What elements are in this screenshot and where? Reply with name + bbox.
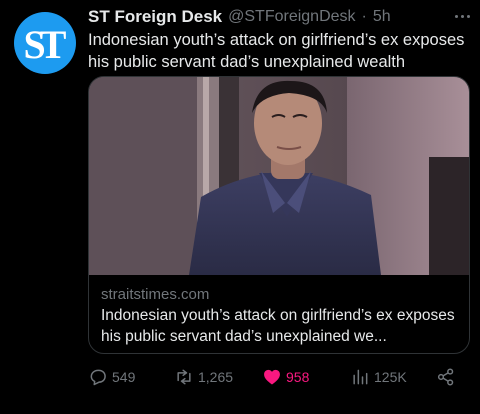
reply-button[interactable]: 549 <box>88 364 135 390</box>
views-button[interactable]: 125K <box>350 364 407 390</box>
card-title: Indonesian youth’s attack on girlfriend’… <box>101 307 455 345</box>
avatar[interactable]: ST <box>14 12 76 74</box>
avatar-logo-text: ST <box>23 21 67 67</box>
share-button[interactable] <box>436 364 456 390</box>
tweet[interactable]: ST ST Foreign Desk @STForeignDesk · 5h I… <box>0 0 480 414</box>
display-name[interactable]: ST Foreign Desk <box>88 7 222 27</box>
retweet-icon <box>177 369 191 385</box>
share-icon <box>437 368 454 386</box>
action-bar: 549 1,265 958 125K <box>88 364 468 390</box>
reply-count: 549 <box>112 369 136 385</box>
retweet-button[interactable]: 1,265 <box>174 364 233 390</box>
card-image[interactable] <box>89 77 469 275</box>
tweet-header: ST Foreign Desk @STForeignDesk · 5h <box>88 6 391 28</box>
separator-dot: · <box>361 8 367 25</box>
like-count: 958 <box>286 369 310 385</box>
card-info[interactable]: straitstimes.com Indonesian youth’s atta… <box>89 275 469 353</box>
link-card[interactable]: straitstimes.com Indonesian youth’s atta… <box>88 76 470 354</box>
card-domain: straitstimes.com <box>101 286 210 303</box>
timestamp[interactable]: 5h <box>373 8 391 26</box>
tweet-text: Indonesian youth’s attack on girlfriend’… <box>88 31 465 71</box>
retweet-count: 1,265 <box>198 369 234 385</box>
views-count: 125K <box>374 369 407 385</box>
views-icon <box>353 369 368 385</box>
more-icon[interactable] <box>452 6 472 26</box>
like-button[interactable]: 958 <box>262 364 309 390</box>
reply-icon <box>90 369 106 386</box>
like-icon <box>264 369 280 385</box>
handle[interactable]: @STForeignDesk <box>228 8 355 26</box>
